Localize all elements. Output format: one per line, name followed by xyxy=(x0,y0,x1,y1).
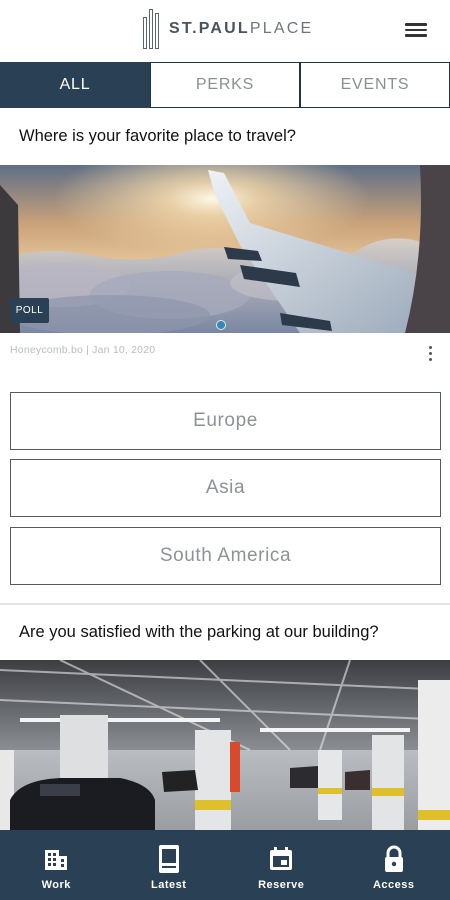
post-title: Where is your favorite place to travel? xyxy=(19,127,296,145)
news-icon xyxy=(155,845,183,873)
nav-label-reserve: Reserve xyxy=(258,879,305,891)
tab-all[interactable]: ALL xyxy=(0,62,150,108)
filter-tabs: ALL PERKS EVENTS xyxy=(0,62,450,108)
bottom-nav: Work Latest Reserve Access xyxy=(0,830,450,900)
nav-item-work[interactable]: Work xyxy=(0,830,113,900)
tab-events[interactable]: EVENTS xyxy=(300,62,450,108)
logo-mark-icon xyxy=(143,9,163,49)
app-screen: ST.PAULPLACE ALL PERKS EVENTS Where is y… xyxy=(0,0,450,900)
nav-label-latest: Latest xyxy=(151,879,187,891)
header: ST.PAULPLACE xyxy=(0,0,450,62)
nav-item-latest[interactable]: Latest xyxy=(113,830,226,900)
logo-text: ST.PAULPLACE xyxy=(169,20,313,38)
more-options-icon[interactable] xyxy=(426,346,434,364)
nav-item-access[interactable]: Access xyxy=(338,830,450,900)
post-meta: Honeycomb.bo | Jan 10, 2020 xyxy=(10,344,156,356)
post-title-2: Are you satisfied with the parking at ou… xyxy=(19,623,379,641)
logo-text-light: PLACE xyxy=(249,20,314,37)
building-icon xyxy=(42,845,70,873)
nav-label-access: Access xyxy=(372,879,415,891)
poll-option-asia[interactable]: Asia xyxy=(10,459,441,517)
logo: ST.PAULPLACE xyxy=(143,9,313,49)
poll-option-south-america[interactable]: South America xyxy=(10,527,441,585)
hamburger-menu-icon[interactable] xyxy=(403,20,429,40)
post-image-airplane-wing[interactable] xyxy=(0,165,450,333)
carousel-dot[interactable] xyxy=(216,320,226,330)
nav-item-reserve[interactable]: Reserve xyxy=(225,830,338,900)
poll-badge: POLL xyxy=(10,298,49,323)
post-divider xyxy=(0,603,450,605)
tab-perks[interactable]: PERKS xyxy=(150,62,300,108)
poll-option-europe[interactable]: Europe xyxy=(10,392,441,450)
lock-icon xyxy=(380,845,408,873)
logo-text-bold: ST.PAUL xyxy=(169,20,250,37)
post-image-parking-garage[interactable] xyxy=(0,660,450,830)
calendar-icon xyxy=(267,845,295,873)
nav-label-work: Work xyxy=(41,879,71,891)
